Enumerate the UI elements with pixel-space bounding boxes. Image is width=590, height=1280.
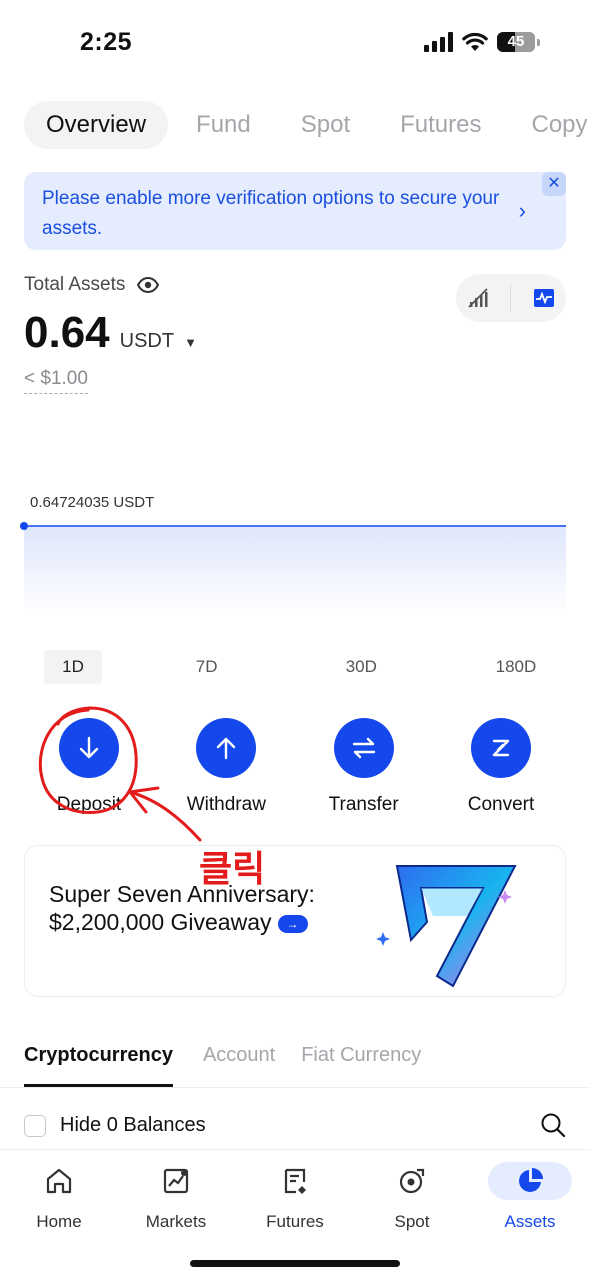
verification-banner[interactable]: Please enable more verification options … (24, 172, 566, 250)
home-icon (44, 1160, 74, 1202)
nav-futures-label: Futures (266, 1212, 324, 1231)
total-assets-label: Total Assets (24, 274, 126, 295)
status-bar: 2:25 45 (0, 0, 590, 90)
nav-assets[interactable]: Assets (475, 1160, 585, 1232)
withdraw-label: Withdraw (186, 794, 266, 815)
markets-icon (161, 1160, 191, 1202)
total-amount-value: 0.64 (24, 308, 110, 357)
status-time: 2:25 (80, 28, 133, 56)
tabs-divider (0, 1087, 590, 1088)
close-icon[interactable]: ✕ (542, 172, 566, 196)
nav-home[interactable]: Home (4, 1160, 114, 1232)
tab-overview[interactable]: Overview (24, 101, 169, 149)
pnl-chart-icon[interactable] (467, 287, 489, 309)
quick-actions: Deposit Withdraw Transfer Convert (24, 718, 566, 816)
convert-icon[interactable] (470, 718, 531, 778)
convert-button[interactable]: Convert (436, 718, 566, 816)
period-180d[interactable]: 180D (466, 650, 566, 684)
deposit-label: Deposit (56, 794, 122, 815)
tab-spot[interactable]: Spot (301, 101, 350, 149)
chart-area (24, 526, 566, 615)
nav-home-label: Home (36, 1212, 82, 1231)
promo-title-text: Super Seven Anniversary: $2,200,000 Give… (49, 881, 315, 935)
assets-icon (488, 1162, 572, 1200)
period-7d[interactable]: 7D (157, 650, 257, 684)
tab-fund[interactable]: Fund (196, 101, 251, 149)
chart-value-label: 0.64724035 USDT (30, 494, 155, 511)
deposit-button[interactable]: Deposit (24, 718, 154, 816)
tab-copy[interactable]: Copy (531, 101, 587, 149)
period-selector: 1D 7D 30D 180D (24, 650, 566, 684)
chevron-right-icon: › (518, 198, 526, 223)
anniversary-seven-logo (376, 865, 517, 988)
cellular-signal-icon (424, 32, 453, 52)
futures-icon (280, 1160, 310, 1202)
nav-spot[interactable]: Spot (357, 1160, 467, 1232)
assets-icon-wrap (488, 1160, 572, 1202)
arrow-up-icon[interactable] (196, 718, 257, 778)
toggle-divider (510, 284, 512, 312)
arrow-right-icon[interactable]: → (277, 914, 308, 933)
nav-spot-label: Spot (394, 1212, 430, 1231)
nav-assets-label: Assets (504, 1212, 556, 1231)
transfer-label: Transfer (328, 794, 399, 815)
battery-cap (537, 38, 540, 46)
hide-zero-checkbox[interactable] (24, 1114, 46, 1137)
caret-down-icon[interactable]: ▼ (184, 335, 197, 350)
eye-icon[interactable] (137, 277, 160, 293)
battery-level: 45 (507, 33, 525, 50)
hide-zero-label: Hide 0 Balances (60, 1114, 206, 1136)
currency-selector[interactable]: USDT (120, 330, 174, 353)
asset-chart: 0.64724035 USDT (18, 490, 572, 615)
account-tabs: Overview Fund Spot Futures Copy (24, 101, 590, 149)
tab-fiat-currency[interactable]: Fiat Currency (301, 1040, 421, 1088)
chart-point (20, 522, 28, 530)
convert-label: Convert (467, 794, 535, 815)
arrow-down-icon[interactable] (59, 718, 119, 778)
promo-card[interactable]: Super Seven Anniversary: $2,200,000 Give… (24, 845, 566, 997)
nav-futures[interactable]: Futures (240, 1160, 350, 1232)
status-icons: 45 (424, 32, 540, 52)
asset-type-tabs: Cryptocurrency Account Fiat Currency (24, 1040, 447, 1088)
spot-icon (397, 1160, 427, 1202)
total-assets-header: Total Assets (24, 274, 160, 296)
transfer-icon[interactable] (333, 718, 394, 778)
total-amount: 0.64 USDT ▼ (24, 308, 197, 358)
line-chart-icon[interactable] (533, 288, 555, 308)
wifi-icon (462, 32, 488, 51)
promo-title: Super Seven Anniversary: $2,200,000 Give… (49, 880, 349, 936)
period-1d[interactable]: 1D (44, 650, 102, 684)
search-icon[interactable] (540, 1112, 566, 1138)
usd-equivalent: < $1.00 (24, 368, 88, 394)
period-30d[interactable]: 30D (311, 650, 411, 684)
chart-view-toggle (456, 274, 566, 322)
hide-zero-row: Hide 0 Balances (24, 1112, 566, 1138)
tab-account[interactable]: Account (203, 1040, 275, 1088)
tab-cryptocurrency[interactable]: Cryptocurrency (24, 1040, 173, 1087)
battery-icon: 45 (497, 32, 535, 52)
home-indicator (190, 1260, 400, 1267)
withdraw-button[interactable]: Withdraw (161, 718, 291, 816)
tab-futures[interactable]: Futures (400, 101, 481, 149)
transfer-button[interactable]: Transfer (299, 718, 429, 816)
nav-markets[interactable]: Markets (121, 1160, 231, 1232)
nav-markets-label: Markets (145, 1212, 207, 1231)
banner-text: Please enable more verification options … (42, 188, 500, 239)
